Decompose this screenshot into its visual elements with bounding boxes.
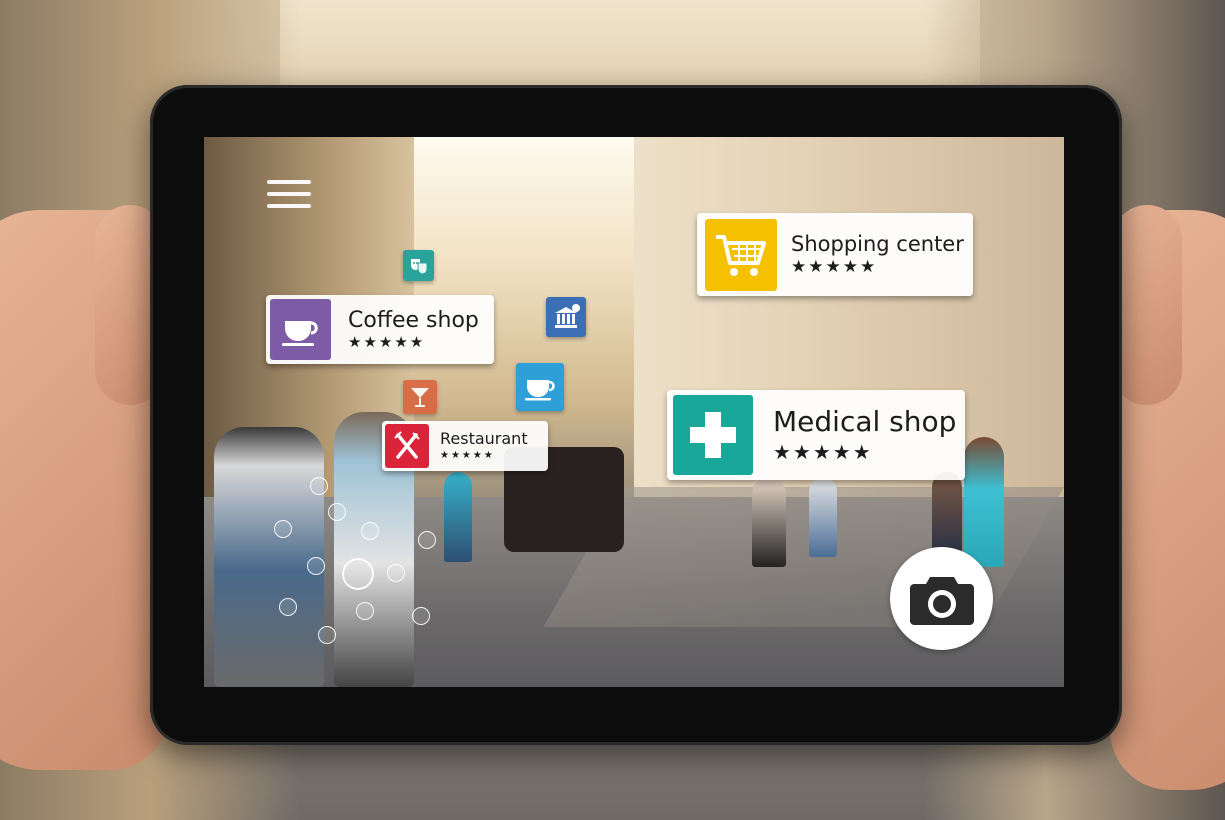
- touch-ripple: [318, 626, 336, 644]
- fork-knife-icon: [385, 424, 429, 468]
- pedestrian: [214, 427, 324, 687]
- poi-name: Shopping center: [791, 231, 964, 256]
- poi-name: Coffee shop: [348, 307, 479, 333]
- poi-card-restaurant[interactable]: Restaurant ★★★★★: [382, 421, 548, 471]
- touch-ripple: [356, 602, 374, 620]
- hamburger-menu-icon[interactable]: [267, 180, 311, 212]
- background-sky: [280, 0, 980, 90]
- pedestrian: [752, 477, 786, 567]
- coffee-cup-icon: [270, 299, 331, 360]
- pedestrian: [964, 437, 1004, 567]
- medical-cross-icon: [673, 395, 753, 475]
- ar-camera-view[interactable]: Shopping center ★★★★★ Coffee shop ★★★★★ …: [204, 137, 1064, 687]
- touch-ripple: [274, 520, 292, 538]
- camera-shutter-button[interactable]: [890, 547, 993, 650]
- poi-card-medical-shop[interactable]: Medical shop ★★★★★: [667, 390, 965, 480]
- poi-rating: ★★★★★: [440, 449, 495, 461]
- poi-rating: ★★★★★: [791, 256, 878, 277]
- camera-icon: [909, 576, 974, 625]
- touch-ripple: [307, 557, 325, 575]
- shopping-cart-icon: [705, 218, 777, 291]
- touch-ripple: [328, 503, 346, 521]
- coffee-cup-icon[interactable]: [516, 363, 564, 411]
- theater-masks-icon[interactable]: [403, 250, 434, 281]
- poi-card-shopping-center[interactable]: Shopping center ★★★★★: [697, 213, 973, 296]
- touch-ripple: [387, 564, 405, 582]
- touch-ripple: [361, 522, 379, 540]
- touch-ripple: [310, 477, 328, 495]
- cocktail-icon[interactable]: [403, 380, 437, 414]
- poi-rating: ★★★★★: [773, 439, 873, 464]
- touch-ripple: [412, 607, 430, 625]
- pedestrian: [444, 472, 472, 562]
- poi-name: Restaurant: [440, 429, 528, 449]
- touch-ripple: [418, 531, 436, 549]
- touch-ripple: [279, 598, 297, 616]
- poi-card-coffee-shop[interactable]: Coffee shop ★★★★★: [266, 295, 494, 364]
- touch-ripple: [342, 558, 374, 590]
- poi-name: Medical shop: [773, 405, 957, 439]
- pedestrian: [809, 477, 837, 557]
- bank-icon[interactable]: [546, 297, 586, 337]
- poi-rating: ★★★★★: [348, 332, 426, 351]
- right-thumb: [1112, 205, 1182, 405]
